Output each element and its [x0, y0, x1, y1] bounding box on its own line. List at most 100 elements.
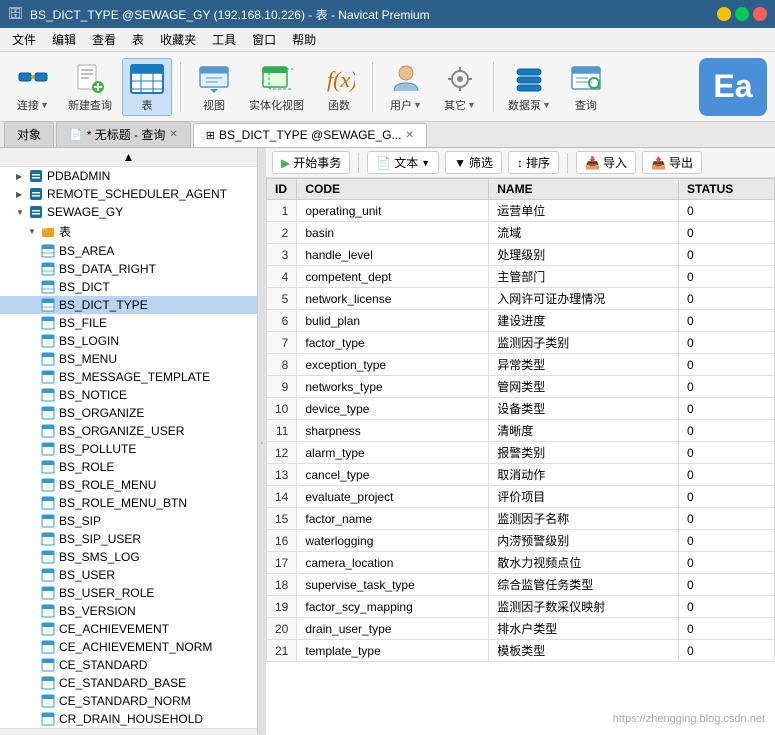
menu-favorites[interactable]: 收藏夹	[152, 29, 204, 50]
table-row[interactable]: 18 supervise_task_type 综合监管任务类型 0	[267, 574, 775, 596]
table-row[interactable]: 20 drain_user_type 排水户类型 0	[267, 618, 775, 640]
sidebar-item-bs-organize-user[interactable]: BS_ORGANIZE_USER	[0, 422, 257, 440]
cell-code: factor_type	[297, 332, 489, 354]
bs-user-icon	[40, 568, 56, 582]
sidebar-item-bs-role[interactable]: BS_ROLE	[0, 458, 257, 476]
sidebar-item-bs-notice[interactable]: BS_NOTICE	[0, 386, 257, 404]
sidebar-item-bs-version[interactable]: BS_VERSION	[0, 602, 257, 620]
table-row[interactable]: 16 waterlogging 内涝预警级别 0	[267, 530, 775, 552]
table-row[interactable]: 17 camera_location 散水力视频点位 0	[267, 552, 775, 574]
menu-view[interactable]: 查看	[84, 29, 124, 50]
table-row[interactable]: 3 handle_level 处理级别 0	[267, 244, 775, 266]
table-row[interactable]: 7 factor_type 监测因子类别 0	[267, 332, 775, 354]
tool-materialized[interactable]: 实体化视图	[243, 59, 310, 115]
tab-object[interactable]: 对象	[4, 121, 54, 147]
table-row[interactable]: 1 operating_unit 运营单位 0	[267, 200, 775, 222]
menu-table[interactable]: 表	[124, 29, 152, 50]
user-dropdown-arrow: ▼	[413, 100, 422, 110]
table-row[interactable]: 14 evaluate_project 评价项目 0	[267, 486, 775, 508]
sidebar-item-bs-area[interactable]: BS_AREA	[0, 242, 257, 260]
new-query-icon	[72, 61, 108, 97]
table-row[interactable]: 11 sharpness 清晰度 0	[267, 420, 775, 442]
sort-label: 排序	[526, 154, 550, 171]
menu-file[interactable]: 文件	[4, 29, 44, 50]
cell-code: competent_dept	[297, 266, 489, 288]
sidebar-item-bs-menu[interactable]: BS_MENU	[0, 350, 257, 368]
tool-query[interactable]: 查询	[561, 59, 611, 115]
sidebar-item-bs-role-menu[interactable]: BS_ROLE_MENU	[0, 476, 257, 494]
table-row[interactable]: 6 bulid_plan 建设进度 0	[267, 310, 775, 332]
sidebar-item-bs-user[interactable]: BS_USER	[0, 566, 257, 584]
menu-help[interactable]: 帮助	[284, 29, 324, 50]
close-button[interactable]	[753, 7, 767, 21]
sidebar-item-ce-standard-base[interactable]: CE_STANDARD_BASE	[0, 674, 257, 692]
start-transaction-button[interactable]: ▶ 开始事务	[272, 151, 350, 174]
tool-function[interactable]: f(x) 函数	[314, 59, 364, 115]
sidebar-item-bs-dict-type[interactable]: BS_DICT_TYPE	[0, 296, 257, 314]
sidebar-scroll-down[interactable]: ▼	[0, 728, 257, 735]
sidebar-resize-handle[interactable]: ···	[258, 148, 266, 735]
sidebar-item-bs-sip-user[interactable]: BS_SIP_USER	[0, 530, 257, 548]
tab-untitled[interactable]: 📄 * 无标题 - 查询 ✕	[56, 121, 191, 147]
sidebar-item-tables-folder[interactable]: 表	[0, 221, 257, 242]
sidebar-scroll-up[interactable]: ▲	[0, 148, 257, 167]
table-row[interactable]: 2 basin 流域 0	[267, 222, 775, 244]
tool-view[interactable]: 视图	[189, 59, 239, 115]
tool-connect[interactable]: 连接 ▼	[8, 59, 58, 115]
text-button[interactable]: 📄 文本 ▼	[367, 151, 439, 174]
sidebar-item-bs-login[interactable]: BS_LOGIN	[0, 332, 257, 350]
table-row[interactable]: 9 networks_type 管网类型 0	[267, 376, 775, 398]
menu-edit[interactable]: 编辑	[44, 29, 84, 50]
tool-user[interactable]: 用户 ▼	[381, 59, 431, 115]
tool-other[interactable]: 其它 ▼	[435, 59, 485, 115]
sidebar-item-ce-standard[interactable]: CE_STANDARD	[0, 656, 257, 674]
table-body: 1 operating_unit 运营单位 0 2 basin 流域 0 3 h…	[267, 200, 775, 662]
sidebar-item-ce-achievement-norm[interactable]: CE_ACHIEVEMENT_NORM	[0, 638, 257, 656]
table-row[interactable]: 8 exception_type 异常类型 0	[267, 354, 775, 376]
table-row[interactable]: 13 cancel_type 取消动作 0	[267, 464, 775, 486]
table-row[interactable]: 19 factor_scy_mapping 监测因子数采仪映射 0	[267, 596, 775, 618]
tool-table[interactable]: 表	[122, 58, 172, 116]
tool-datasource[interactable]: 数据泵 ▼	[502, 59, 557, 115]
tab-untitled-close[interactable]: ✕	[169, 129, 177, 140]
cell-status: 0	[679, 508, 775, 530]
table-row[interactable]: 5 network_license 入网许可证办理情况 0	[267, 288, 775, 310]
import-button[interactable]: 📥 导入	[576, 151, 636, 174]
menu-bar: 文件 编辑 查看 表 收藏夹 工具 窗口 帮助	[0, 28, 775, 52]
sidebar-item-bs-data-right[interactable]: BS_DATA_RIGHT	[0, 260, 257, 278]
sidebar-item-sewage-gy[interactable]: SEWAGE_GY	[0, 203, 257, 221]
sidebar-item-bs-message-template[interactable]: BS_MESSAGE_TEMPLATE	[0, 368, 257, 386]
sidebar-item-bs-user-role[interactable]: BS_USER_ROLE	[0, 584, 257, 602]
cell-code: operating_unit	[297, 200, 489, 222]
sidebar-item-pdbadmin[interactable]: PDBADMIN	[0, 167, 257, 185]
maximize-button[interactable]	[735, 7, 749, 21]
sidebar-item-bs-file[interactable]: BS_FILE	[0, 314, 257, 332]
tool-new-query[interactable]: 新建查询	[62, 59, 118, 115]
table-row[interactable]: 21 template_type 模板类型 0	[267, 640, 775, 662]
tab-bs-dict-close[interactable]: ✕	[405, 130, 413, 141]
sidebar-item-bs-organize[interactable]: BS_ORGANIZE	[0, 404, 257, 422]
filter-button[interactable]: ▼ 筛选	[445, 151, 502, 174]
tab-bs-dict[interactable]: ⊞ BS_DICT_TYPE @SEWAGE_G... ✕	[193, 123, 427, 147]
sidebar-item-bs-role-menu-btn[interactable]: BS_ROLE_MENU_BTN	[0, 494, 257, 512]
menu-window[interactable]: 窗口	[244, 29, 284, 50]
cell-id: 5	[267, 288, 297, 310]
sort-button[interactable]: ↕ 排序	[508, 151, 559, 174]
sidebar-item-bs-sip[interactable]: BS_SIP	[0, 512, 257, 530]
sidebar-item-cr-drain-household[interactable]: CR_DRAIN_HOUSEHOLD	[0, 710, 257, 728]
sidebar-item-bs-sms-log[interactable]: BS_SMS_LOG	[0, 548, 257, 566]
sidebar-item-bs-dict[interactable]: BS_DICT	[0, 278, 257, 296]
table-row[interactable]: 15 factor_name 监测因子名称 0	[267, 508, 775, 530]
minimize-button[interactable]	[717, 7, 731, 21]
menu-tools[interactable]: 工具	[204, 29, 244, 50]
cell-code: waterlogging	[297, 530, 489, 552]
table-row[interactable]: 10 device_type 设备类型 0	[267, 398, 775, 420]
sidebar-item-remote-scheduler[interactable]: REMOTE_SCHEDULER_AGENT	[0, 185, 257, 203]
sidebar-item-ce-standard-norm[interactable]: CE_STANDARD_NORM	[0, 692, 257, 710]
sidebar-item-ce-achievement[interactable]: CE_ACHIEVEMENT	[0, 620, 257, 638]
text-dropdown-arrow: ▼	[421, 158, 430, 168]
table-row[interactable]: 4 competent_dept 主管部门 0	[267, 266, 775, 288]
sidebar-item-bs-pollute[interactable]: BS_POLLUTE	[0, 440, 257, 458]
export-button[interactable]: 📤 导出	[642, 151, 702, 174]
table-row[interactable]: 12 alarm_type 报警类别 0	[267, 442, 775, 464]
